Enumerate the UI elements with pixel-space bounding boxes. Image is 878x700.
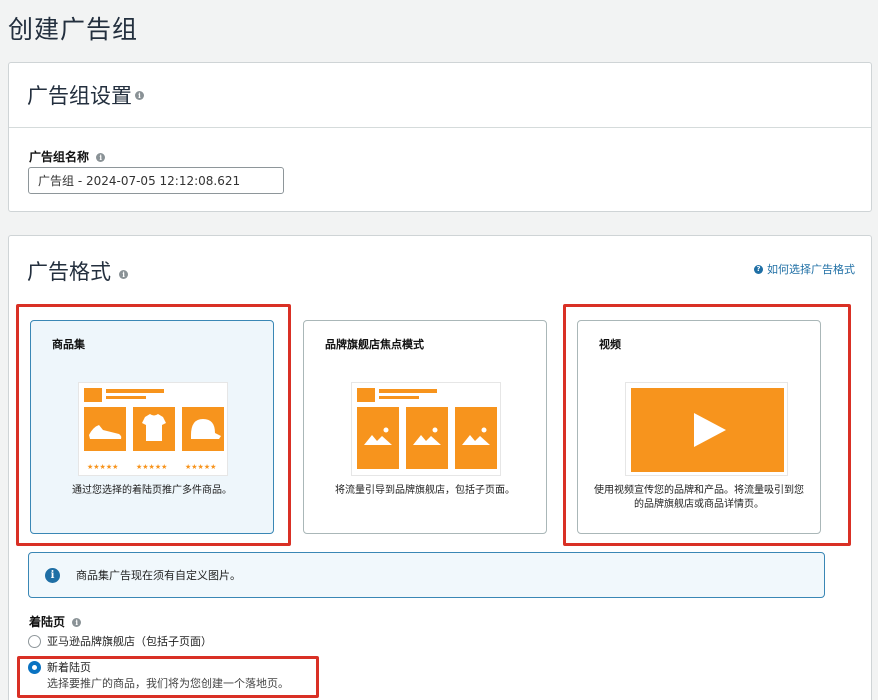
product-collection-illustration: ★★★★★ ★★★★★ ★★★★★ <box>78 382 228 476</box>
ad-format-panel: 广告格式 i ? 如何选择广告格式 商品集 ★★★★★ ★★★★★ ★★★★★ … <box>8 235 872 700</box>
ad-group-name-label-text: 广告组名称 <box>29 150 90 164</box>
format-header: 广告格式 i <box>27 256 129 286</box>
settings-header: 广告组设置 i <box>9 63 871 128</box>
radio-label: 新着陆页 <box>47 661 91 674</box>
help-link-text: 如何选择广告格式 <box>767 263 855 276</box>
format-card-video[interactable]: 视频 使用视频宣传您的品牌和产品。将流量吸引到您的品牌旗舰店或商品详情页。 <box>577 320 821 534</box>
radio-button[interactable] <box>28 635 41 648</box>
info-icon: i <box>45 567 60 583</box>
svg-text:★★★★★: ★★★★★ <box>136 463 167 471</box>
store-spotlight-illustration <box>351 382 501 476</box>
svg-text:★★★★★: ★★★★★ <box>87 463 118 471</box>
ad-group-name-input[interactable] <box>28 167 284 194</box>
page-title: 创建广告组 <box>8 15 139 44</box>
svg-text:★★★★★: ★★★★★ <box>185 463 216 471</box>
landing-page-label: 着陆页 i <box>29 613 82 630</box>
format-title: 广告格式 <box>27 260 111 284</box>
ad-group-name-label: 广告组名称 i <box>29 148 106 165</box>
custom-image-required-alert: i 商品集广告现在须有自定义图片。 <box>28 552 825 598</box>
landing-option-brand-store[interactable]: 亚马逊品牌旗舰店（包括子页面） <box>28 634 212 650</box>
format-card-brand-store-spotlight[interactable]: 品牌旗舰店焦点模式 将流量引导到品牌旗舰店，包括子页面。 <box>303 320 547 534</box>
radio-button-selected[interactable] <box>28 661 41 674</box>
product-grid-image: ★★★★★ ★★★★★ ★★★★★ <box>84 388 224 471</box>
card-title: 商品集 <box>52 338 85 351</box>
store-pages-image <box>357 388 497 469</box>
format-card-product-collection[interactable]: 商品集 ★★★★★ ★★★★★ ★★★★★ 通过您选择的着陆页推广多件商品。 <box>30 320 274 534</box>
ad-group-settings-panel: 广告组设置 i 广告组名称 i <box>8 62 872 212</box>
card-description: 将流量引导到品牌旗舰店，包括子页面。 <box>335 485 515 496</box>
info-icon[interactable]: i <box>135 90 144 100</box>
radio-sublabel: 选择要推广的商品，我们将为您创建一个落地页。 <box>47 677 289 690</box>
settings-title: 广告组设置 <box>27 84 132 108</box>
card-description: 使用视频宣传您的品牌和产品。将流量吸引到您的品牌旗舰店或商品详情页。 <box>594 485 804 510</box>
radio-label: 亚马逊品牌旗舰店（包括子页面） <box>47 635 212 648</box>
video-illustration <box>625 382 788 476</box>
card-title: 品牌旗舰店焦点模式 <box>325 338 424 351</box>
star-rating-icon: ★★★★★ ★★★★★ ★★★★★ <box>87 463 216 471</box>
info-icon[interactable]: i <box>119 270 129 279</box>
landing-page-label-text: 着陆页 <box>29 615 66 629</box>
card-title: 视频 <box>599 338 621 351</box>
how-to-choose-format-link[interactable]: ? 如何选择广告格式 <box>754 261 855 277</box>
video-player-image <box>631 388 784 472</box>
help-icon: ? <box>754 264 763 274</box>
info-icon[interactable]: i <box>72 618 82 627</box>
info-icon[interactable]: i <box>96 153 106 162</box>
card-description: 通过您选择的着陆页推广多件商品。 <box>72 485 232 496</box>
alert-message: 商品集广告现在须有自定义图片。 <box>76 569 241 582</box>
landing-option-new-page[interactable]: 新着陆页 选择要推广的商品，我们将为您创建一个落地页。 <box>28 660 289 692</box>
